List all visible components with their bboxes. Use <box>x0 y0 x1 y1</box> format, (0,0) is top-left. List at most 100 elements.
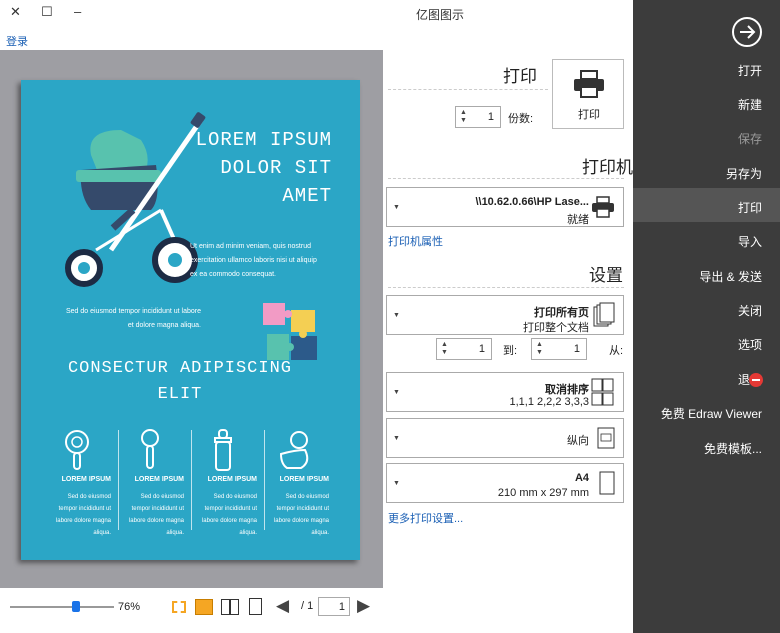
copies-value: 1 <box>487 111 494 123</box>
portrait-icon <box>597 427 615 449</box>
preview-column-text: tempor incididunt ut <box>58 506 111 512</box>
sidebar-item-export-send[interactable]: 导出 & 发送 <box>699 267 762 287</box>
preview-column: LOREM IPSUM Sed do eiusmod tempor incidi… <box>41 428 111 539</box>
to-page-stepper[interactable]: ▲ ▼ 1 <box>436 338 492 360</box>
sidebar-item-save-as[interactable]: 另存为 <box>726 164 762 184</box>
prev-page-button[interactable]: ◀ <box>276 596 289 616</box>
fit-page-icon[interactable] <box>195 599 213 615</box>
paper-icon <box>599 471 615 495</box>
settings-section-title: 设置 <box>589 266 623 285</box>
preview-column-text: tempor incididunt ut <box>276 506 329 512</box>
print-range-subtitle: 打印整个文档 <box>523 322 589 334</box>
next-page-button[interactable]: ▶ <box>357 596 370 616</box>
preview-page: LOREM IPSUM DOLOR SIT AMET Ut enim ad mi… <box>21 80 360 560</box>
preview-column-text: tempor incididunt ut <box>131 506 184 512</box>
exit-icon <box>749 373 763 387</box>
sidebar-item-print[interactable]: 打印 <box>738 198 762 218</box>
collate-dropdown[interactable]: ▼ 取消排序 1,1,1 2,2,2 3,3,3 <box>386 372 624 412</box>
preview-paragraph-line: exercitation ullamco laboris nisi ut ali… <box>190 257 317 264</box>
single-page-icon[interactable] <box>249 598 262 615</box>
sidebar-item-new[interactable]: 新建 <box>738 95 762 115</box>
preview-column-text: tempor incididunt ut <box>204 506 257 512</box>
printer-properties-link[interactable]: 打印机属性 <box>388 233 443 249</box>
preview-column-text: Sed do eiusmod <box>140 494 184 500</box>
fit-width-icon[interactable] <box>172 601 186 613</box>
preview-paragraph-line: et dolore magna aliqua. <box>127 322 201 329</box>
baby-bottle-icon <box>214 429 232 471</box>
login-link[interactable]: 登录 <box>6 33 28 49</box>
rattle-stick-icon <box>141 429 159 469</box>
preview-column: LOREM IPSUM Sed do eiusmod tempor incidi… <box>259 428 329 539</box>
paper-size-subtitle: 210 mm x 297 mm <box>497 487 589 499</box>
preview-subtitle-line: ELIT <box>157 385 203 404</box>
preview-column-text: Sed do eiusmod <box>213 494 257 500</box>
stroller-illustration <box>65 112 206 287</box>
zoom-level: 76% <box>118 601 141 613</box>
sidebar-item-import[interactable]: 导入 <box>738 232 762 252</box>
back-arrow-icon[interactable] <box>731 16 763 48</box>
sidebar-item-templates[interactable]: 免费模板... <box>704 439 762 459</box>
preview-column-text: aliqua. <box>93 530 111 536</box>
zoom-slider-thumb[interactable] <box>72 601 80 612</box>
rubber-duck-icon <box>279 431 309 469</box>
preview-title-line: DOLOR SIT <box>220 157 332 179</box>
page-number-input[interactable]: 1 <box>318 597 350 616</box>
preview-title-line: AMET <box>282 185 332 207</box>
to-page-value: 1 <box>478 343 485 355</box>
more-print-settings-link[interactable]: 更多打印设置... <box>388 510 463 526</box>
preview-column-text: aliqua. <box>239 530 257 536</box>
two-page-icon[interactable] <box>221 599 239 615</box>
copies-label: 份数: <box>508 113 534 125</box>
backstage-sidebar: 打开 新建 保存 另存为 打印 导入 导出 & 发送 关闭 选项 退出 免费 E… <box>633 0 780 633</box>
print-button-label: 打印 <box>578 109 600 121</box>
print-range-dropdown[interactable]: ▼ 打印所有页 打印整个文档 <box>386 295 624 335</box>
preview-column-text: labore dolore magna <box>128 518 184 524</box>
preview-column-text: Sed do eiusmod <box>285 494 329 500</box>
sidebar-item-edraw-viewer[interactable]: 免费 Edraw Viewer <box>661 404 762 424</box>
orientation-dropdown[interactable]: ▼ 纵向 <box>386 418 624 458</box>
sidebar-item-save[interactable]: 保存 <box>738 129 762 149</box>
rattle-icon <box>65 430 89 470</box>
preview-paragraph-line: ex ea commodo consequat. <box>190 271 276 278</box>
printer-status: 就绪 <box>567 214 589 226</box>
sidebar-item-options[interactable]: 选项 <box>738 335 762 355</box>
printer-small-icon <box>592 196 614 218</box>
preview-column-text: aliqua. <box>311 530 329 536</box>
from-page-label: 从: <box>609 345 624 357</box>
copies-stepper[interactable]: ▲ ▼ 1 <box>455 106 501 128</box>
printer-dropdown[interactable]: ▼ \\10.62.0.66\HP Lase... 就绪 <box>386 187 624 227</box>
page-total: / 1 <box>301 600 314 612</box>
printer-section-title: 打印机 <box>582 158 633 177</box>
preview-column-text: labore dolore magna <box>55 518 111 524</box>
preview-column-text: labore dolore magna <box>273 518 329 524</box>
preview-paragraph-line: Ut enim ad minim veniam, quis nostrud <box>190 243 311 250</box>
paper-size-title: A4 <box>574 472 589 484</box>
from-page-value: 1 <box>573 343 580 355</box>
to-page-label: 到: <box>503 345 518 357</box>
paper-size-dropdown[interactable]: ▼ A4 210 mm x 297 mm <box>386 463 624 503</box>
sidebar-item-close[interactable]: 关闭 <box>738 301 762 321</box>
print-section-title: 打印 <box>503 67 537 86</box>
sidebar-item-open[interactable]: 打开 <box>738 61 762 81</box>
print-range-title: 打印所有页 <box>534 307 589 319</box>
print-button[interactable]: 打印 <box>552 59 624 129</box>
preview-title-line: LOREM IPSUM <box>195 129 332 151</box>
preview-column-text: aliqua. <box>166 530 184 536</box>
preview-subtitle-line: CONSECTUR ADIPISCING <box>67 359 292 378</box>
collate-title: 取消排序 <box>545 384 589 396</box>
preview-column-heading: LOREM IPSUM <box>134 476 184 483</box>
zoom-slider[interactable] <box>10 606 114 608</box>
collate-subtitle: 1,1,1 2,2,2 3,3,3 <box>509 396 589 408</box>
print-preview-area: LOREM IPSUM DOLOR SIT AMET Ut enim ad mi… <box>0 50 383 588</box>
pages-icon <box>593 302 615 327</box>
printer-name: \\10.62.0.66\HP Lase... <box>475 196 589 208</box>
collate-icon <box>591 378 614 406</box>
printer-icon <box>574 70 604 98</box>
preview-column-heading: LOREM IPSUM <box>207 476 257 483</box>
preview-column-heading: LOREM IPSUM <box>279 476 329 483</box>
preview-column-text: labore dolore magna <box>201 518 257 524</box>
from-page-stepper[interactable]: ▲ ▼ 1 <box>531 338 587 360</box>
preview-column-text: Sed do eiusmod <box>67 494 111 500</box>
preview-column: LOREM IPSUM Sed do eiusmod tempor incidi… <box>187 428 257 539</box>
preview-column: LOREM IPSUM Sed do eiusmod tempor incidi… <box>114 428 184 539</box>
